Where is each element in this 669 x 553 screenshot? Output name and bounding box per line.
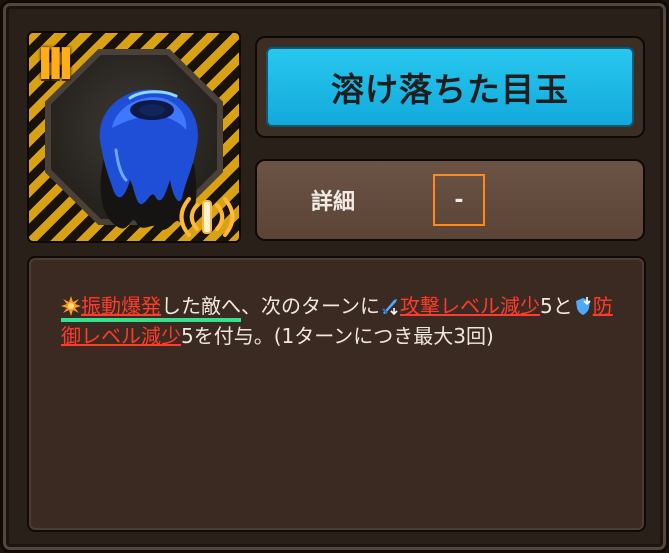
item-name-plate: 溶け落ちた目玉 (255, 36, 645, 138)
tier-label: III (37, 39, 74, 90)
item-name: 溶け落ちた目玉 (331, 70, 569, 109)
item-name-banner: 溶け落ちた目玉 (266, 47, 634, 127)
desc-part5: 5と (540, 294, 573, 318)
description-text: 振動爆発した敵へ、次のターンに 攻撃レベル減少5と 防御レベル減少5を付与。(1ター… (61, 291, 626, 351)
keyword-attack-level-down[interactable]: 攻撃レベル減少 (400, 294, 540, 318)
keyword-vibration-burst[interactable]: 振動爆発 (81, 294, 161, 318)
trigger-condition: 振動爆発した敵へ (61, 294, 241, 322)
detail-value: - (454, 187, 464, 213)
detail-row: 詳細 - (255, 159, 645, 241)
desc-part2: した敵へ (161, 294, 241, 318)
item-detail-window: III 溶け落ちた目玉 詳細 - 振動爆発した敵へ、次のターンに 攻撃レベル減少5… (0, 0, 669, 553)
description-panel: 振動爆発した敵へ、次のターンに 攻撃レベル減少5と 防御レベル減少5を付与。(1ター… (27, 256, 646, 532)
attack-down-icon (382, 299, 398, 316)
vibration-icon (179, 197, 235, 237)
burst-icon (61, 296, 81, 316)
desc-part3: 、次のターンに (241, 294, 380, 318)
desc-part7: 5を付与。(1ターンにつき最大3回) (181, 324, 494, 348)
detail-value-box[interactable]: - (433, 174, 485, 226)
defense-down-icon (575, 297, 591, 315)
detail-label: 詳細 (311, 190, 356, 215)
